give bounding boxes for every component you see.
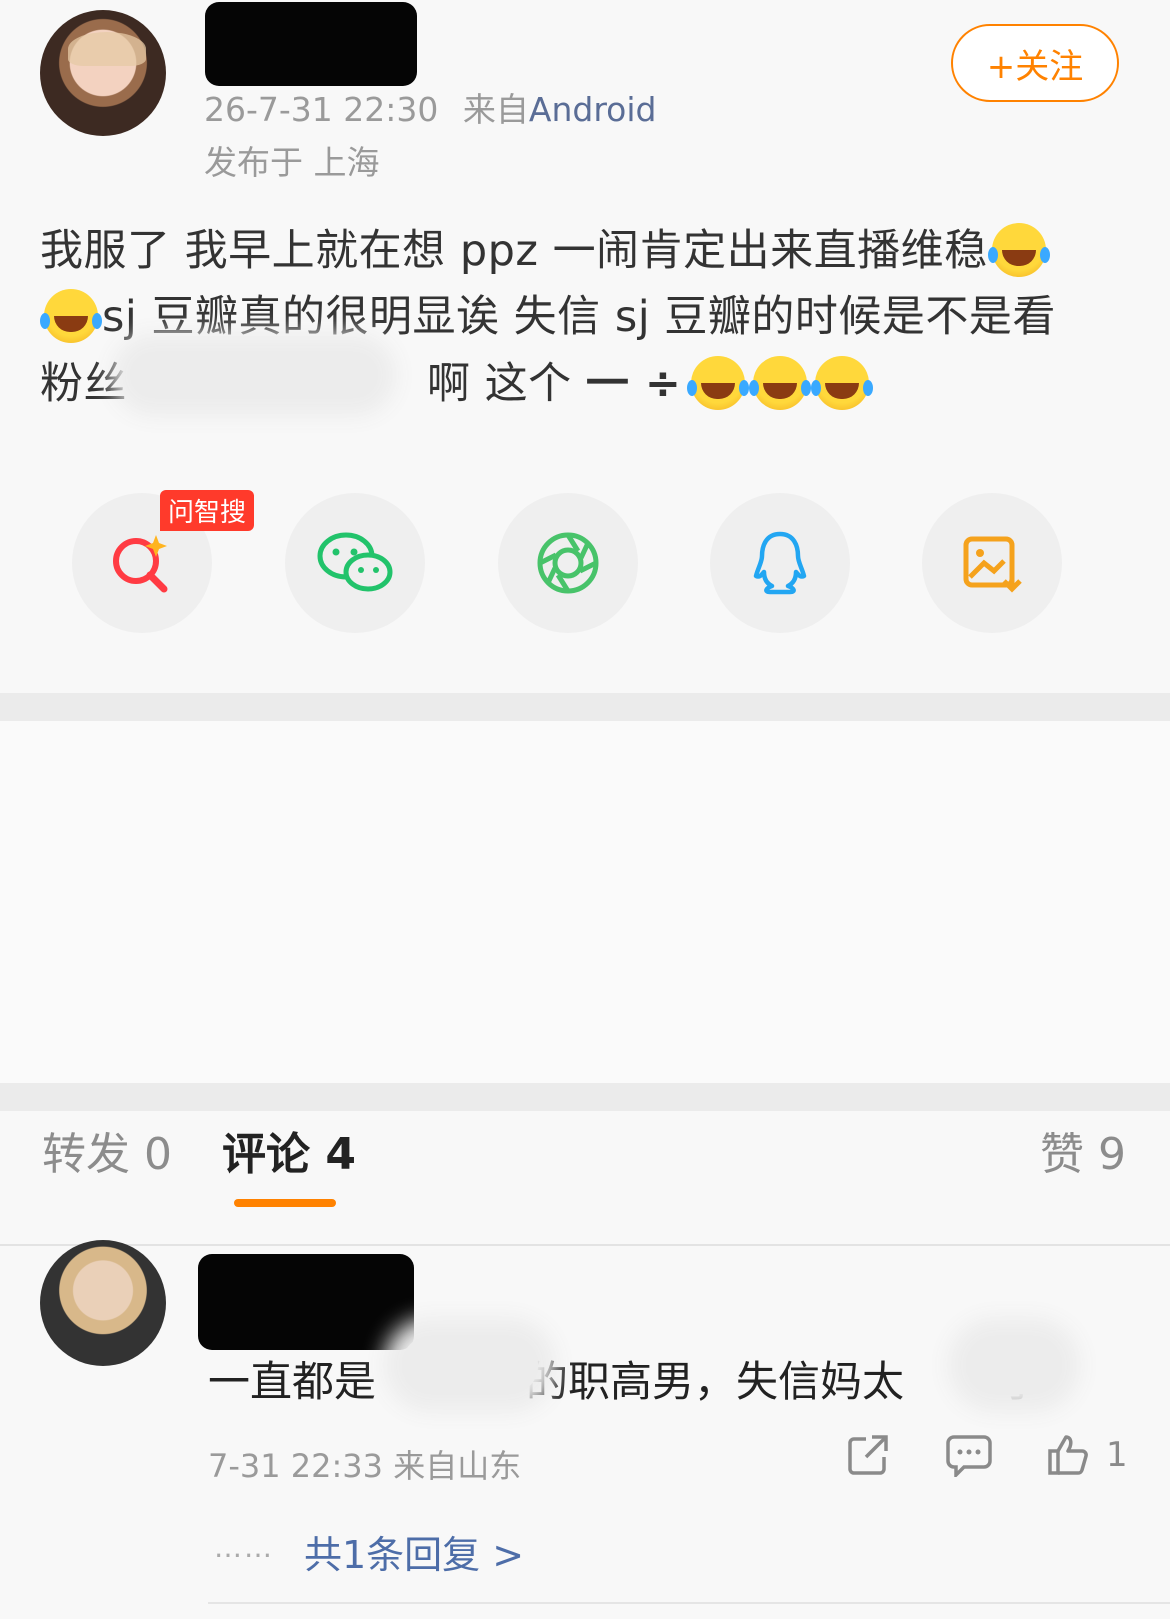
- follow-label: +关注: [986, 46, 1084, 87]
- comment-like-button[interactable]: 1: [1046, 1433, 1128, 1477]
- post-meta: 26-7-31 22:30 来自Android: [204, 83, 656, 131]
- save-image-icon: [963, 536, 1022, 593]
- commenter-avatar[interactable]: [40, 1240, 166, 1366]
- post-text-segment: 我服了 我早上就在想 ppz 一闹肯定出来直播维稳: [40, 226, 988, 276]
- blurred-comment-text: [966, 1336, 1062, 1394]
- post-text-line-1: 我服了 我早上就在想 ppz 一闹肯定出来直播维稳: [40, 216, 1050, 278]
- laughing-emoji-icon: [40, 289, 98, 343]
- comment-like-count: 1: [1106, 1435, 1128, 1475]
- post-location: 发布于 上海: [204, 143, 380, 182]
- laughing-emoji-icon: [749, 356, 808, 410]
- tab-reposts[interactable]: 转发 0: [42, 1118, 172, 1182]
- post-text-line-2: sj 豆瓣真的很明显诶 失信 sj 豆瓣的时候是不是看: [40, 282, 1056, 344]
- share-icon: [848, 1435, 888, 1475]
- comment-reply-button[interactable]: [946, 1433, 992, 1477]
- blurred-text: [130, 352, 378, 398]
- ai-search-badge: 问智搜: [160, 490, 255, 531]
- section-divider: [0, 693, 1170, 721]
- view-replies-link[interactable]: 共1条回复 >: [304, 1524, 524, 1579]
- post-timestamp: 26-7-31 22:30: [204, 90, 439, 129]
- redacted-username: [205, 2, 417, 86]
- post-text-segment: 粉丝: [40, 359, 127, 409]
- weibo-post-detail: 26-7-31 22:30 来自Android 发布于 上海 +关注 我服了 我…: [0, 0, 1170, 1619]
- post-source-prefix: 来自: [462, 90, 529, 129]
- section-divider: [0, 1083, 1170, 1111]
- blurred-comment-text: [402, 1336, 538, 1394]
- comment-meta: 7-31 22:33 来自山东: [208, 1447, 522, 1485]
- reply-dots: ……: [214, 1531, 274, 1564]
- share-qq[interactable]: [710, 493, 850, 633]
- author-avatar[interactable]: [40, 10, 166, 136]
- blank-content-area: [0, 721, 1170, 1083]
- tab-comments[interactable]: 评论 4: [222, 1118, 356, 1182]
- active-tab-indicator: [234, 1199, 336, 1207]
- comment-share-button[interactable]: [846, 1433, 890, 1477]
- ai-search-icon: [113, 535, 168, 593]
- moments-icon: [537, 532, 599, 594]
- laughing-emoji-icon: [811, 356, 870, 410]
- share-wechat[interactable]: [285, 493, 425, 633]
- post-text-segment: sj 豆瓣真的很明显诶 失信 sj 豆瓣的时候是不是看: [102, 292, 1056, 342]
- share-save-image[interactable]: [922, 493, 1062, 633]
- post-text-segment: 啊 这个: [427, 359, 586, 409]
- thumbs-up-icon: [1048, 1435, 1088, 1475]
- tabs-divider: [0, 1244, 1170, 1246]
- comment-text-segment: 一直都是: [208, 1357, 377, 1406]
- share-moments[interactable]: [498, 493, 638, 633]
- laughing-emoji-icon: [987, 223, 1046, 277]
- comment-text: 一直都是的职高男，失信妈太了: [208, 1348, 1042, 1409]
- follow-button[interactable]: +关注: [951, 24, 1119, 102]
- wechat-icon: [317, 532, 393, 592]
- comment-icon: [946, 1435, 992, 1477]
- comment-text-segment: 的职高男，失信妈太: [526, 1357, 905, 1406]
- laughing-emoji-icon: [687, 356, 746, 410]
- qq-icon: [753, 531, 807, 595]
- tab-likes[interactable]: 赞 9: [1040, 1118, 1126, 1182]
- comment-divider: [208, 1602, 1170, 1604]
- post-source: Android: [528, 90, 657, 129]
- post-text-symbols: 一 ÷: [585, 359, 682, 409]
- redacted-commenter-name: [198, 1254, 414, 1350]
